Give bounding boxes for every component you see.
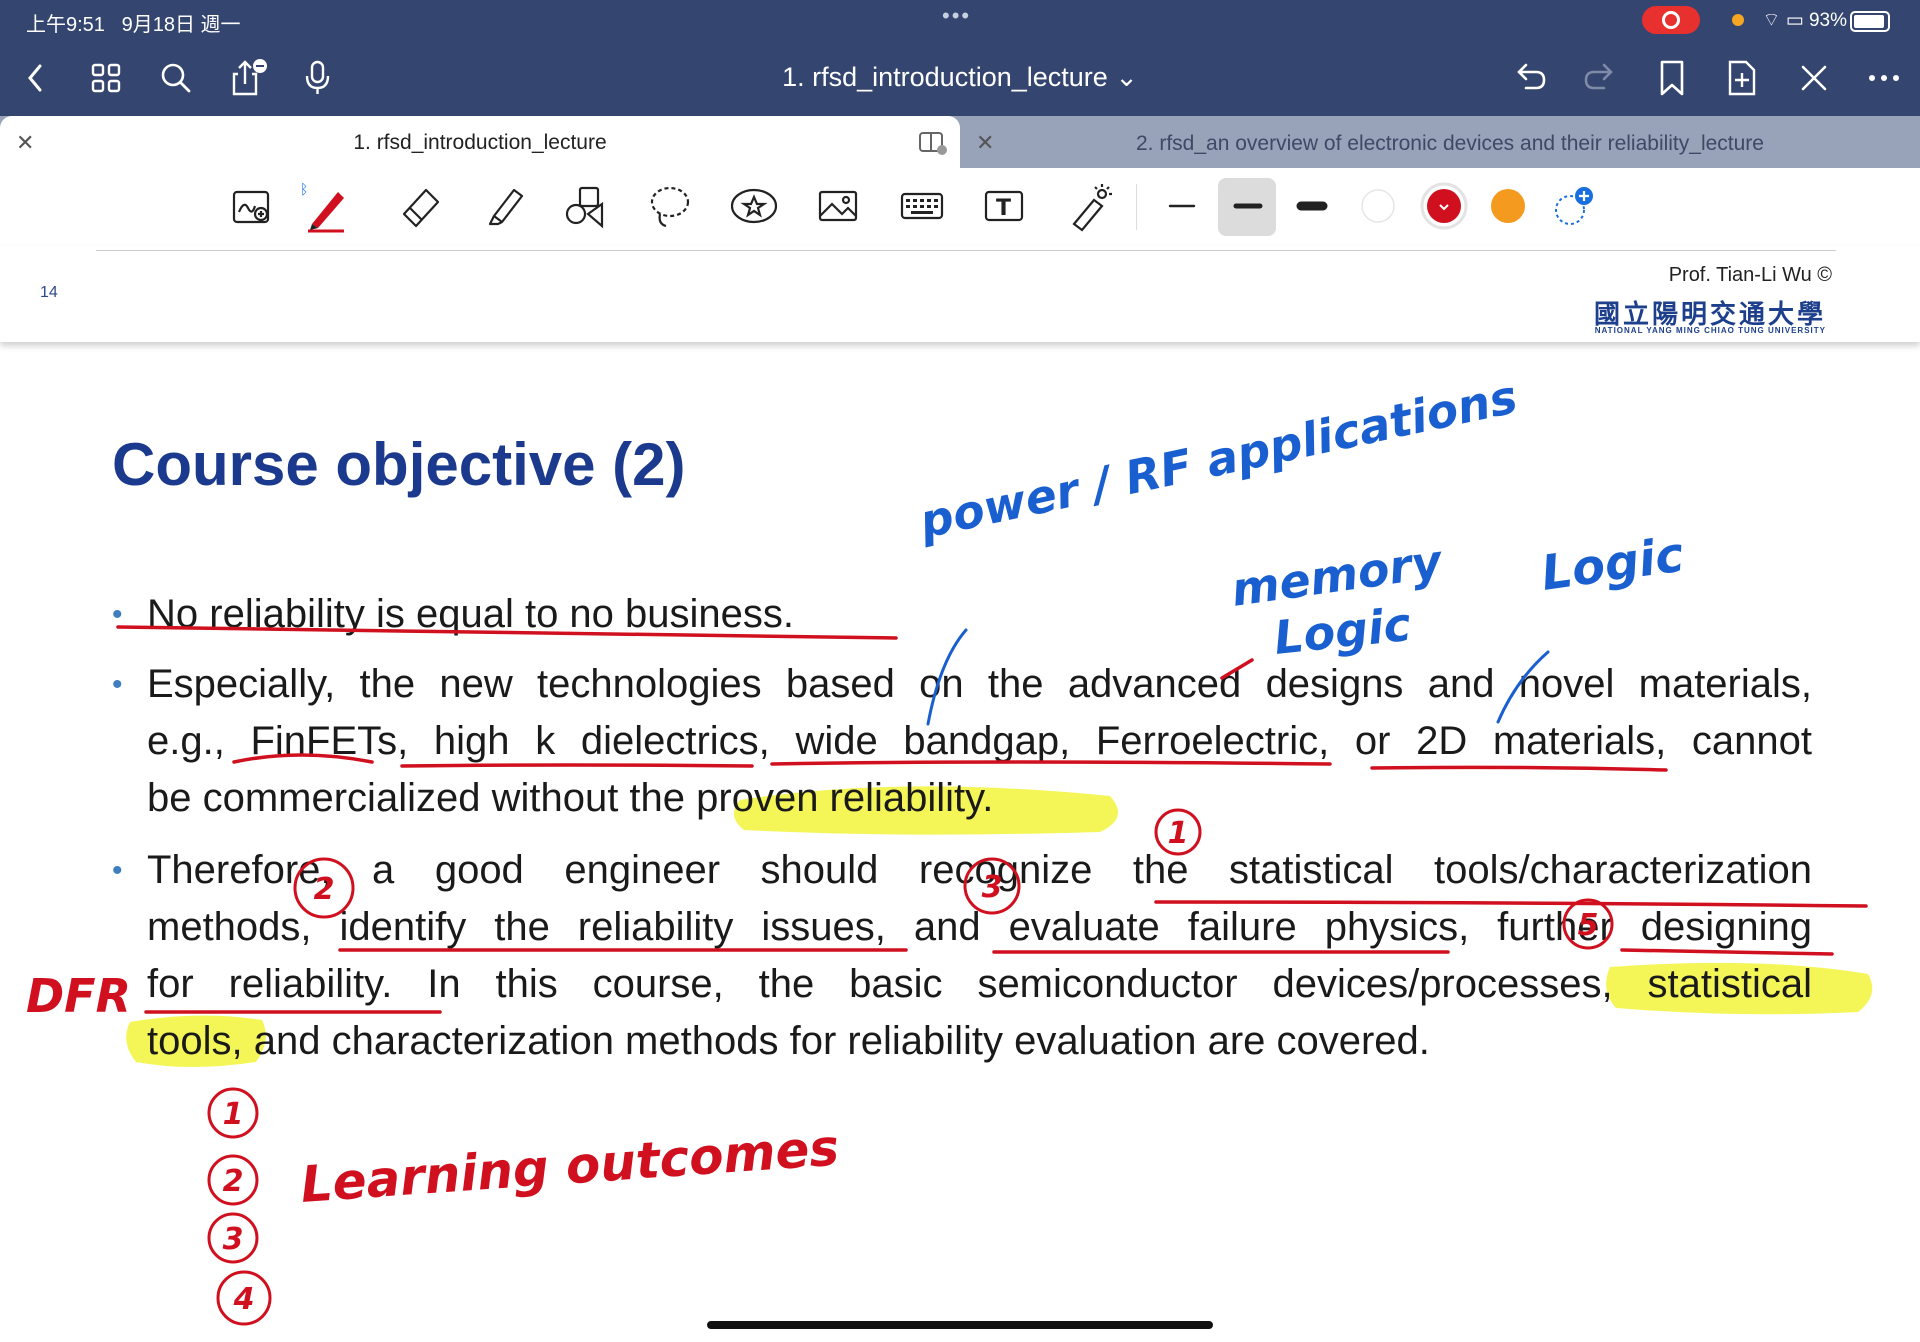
image-icon[interactable] (810, 178, 866, 234)
tab-label: 1. rfsd_introduction_lecture (353, 131, 607, 154)
color-white-swatch[interactable] (1350, 178, 1406, 234)
bullet-3-line-3: for reliability. In this course, the bas… (147, 962, 1812, 1006)
home-indicator[interactable] (707, 1321, 1213, 1329)
more-icon[interactable] (1862, 56, 1906, 100)
pen-icon[interactable]: ᛒ (298, 178, 354, 234)
bullet-dot: • (112, 598, 123, 631)
sticker-icon[interactable] (726, 178, 782, 234)
thick-stroke-option[interactable] (1284, 178, 1340, 234)
lasso-icon[interactable] (642, 178, 698, 234)
bullet-1-text: No reliability is equal to no business. (147, 592, 795, 636)
nav-bar: 1. rfsd_introduction_lecture ⌄ (0, 40, 1920, 116)
mic-indicator-icon (1732, 14, 1744, 26)
toolbar-divider (1136, 184, 1137, 230)
add-color-icon[interactable] (1546, 178, 1602, 234)
page-header: 14 Prof. Tian-Li Wu © 國立陽明交通大學 NATIONAL … (0, 246, 1920, 342)
page-number: 14 (40, 284, 58, 301)
tab-label: 2. rfsd_an overview of electronic device… (1136, 132, 1764, 155)
status-time: 上午9:51 9月18日 週一 (26, 14, 241, 36)
laser-pointer-icon[interactable] (1060, 178, 1116, 234)
author-credit: Prof. Tian-Li Wu © (1668, 264, 1832, 286)
color-red-swatch[interactable] (1416, 178, 1472, 234)
tab-introduction[interactable]: ✕ 1. rfsd_introduction_lecture (0, 116, 960, 168)
slide-title: Course objective (2) (112, 431, 686, 498)
close-tool-icon[interactable] (1792, 56, 1836, 100)
undo-icon[interactable] (1508, 56, 1552, 100)
redo-icon[interactable] (1578, 56, 1622, 100)
header-rule (96, 250, 1836, 251)
bullet-2-line-3: be commercialized without the proven rel… (147, 776, 994, 820)
bullet-2-line-2: e.g., FinFETs, high k dielectrics, wide … (147, 719, 1812, 763)
medium-stroke-option[interactable] (1220, 178, 1276, 234)
bullet-3-line-2: methods, identify the reliability issues… (147, 905, 1812, 949)
bullet-3-line-4: tools, and characterization methods for … (147, 1019, 1430, 1063)
bullet-3-line-1: Therefore, a good engineer should recogn… (147, 848, 1812, 892)
color-orange-swatch[interactable] (1480, 178, 1536, 234)
screen-record-icon[interactable] (1642, 6, 1700, 34)
text-box-icon[interactable]: T (976, 178, 1032, 234)
annotation-toolbar: ᛒ T (0, 168, 1920, 247)
slide-page: Course objective (2) • No reliability is… (0, 350, 1920, 1342)
split-view-icon[interactable] (918, 130, 948, 156)
highlighter-icon[interactable] (476, 178, 532, 234)
add-page-icon[interactable] (1720, 56, 1764, 100)
bullet-2-line-1: Especially, the new technologies based o… (147, 662, 1812, 706)
bullet-dot: • (112, 668, 123, 701)
zoom-window-icon[interactable] (224, 178, 280, 234)
multitask-dots[interactable]: ••• (942, 3, 971, 29)
bullet-dot: • (112, 854, 123, 887)
keyboard-icon[interactable] (894, 178, 950, 234)
status-bar: 上午9:51 9月18日 週一 ••• ⌔ ▭ 93% (0, 0, 1920, 40)
svg-text:T: T (996, 196, 1011, 221)
thin-stroke-option[interactable] (1154, 178, 1210, 234)
university-logo-subtext: NATIONAL YANG MING CHIAO TUNG UNIVERSITY (1594, 326, 1826, 335)
document-title[interactable]: 1. rfsd_introduction_lecture ⌄ (0, 62, 1920, 93)
shapes-icon[interactable] (558, 178, 614, 234)
bookmark-icon[interactable] (1650, 56, 1694, 100)
svg-text:ᛒ: ᛒ (300, 182, 308, 198)
tab-bar: ✕ 1. rfsd_introduction_lecture ✕ 2. rfsd… (0, 116, 1920, 168)
battery-label: ⌔ ▭ 93% (1752, 10, 1847, 31)
battery-icon (1850, 11, 1890, 32)
eraser-icon[interactable] (392, 178, 448, 234)
